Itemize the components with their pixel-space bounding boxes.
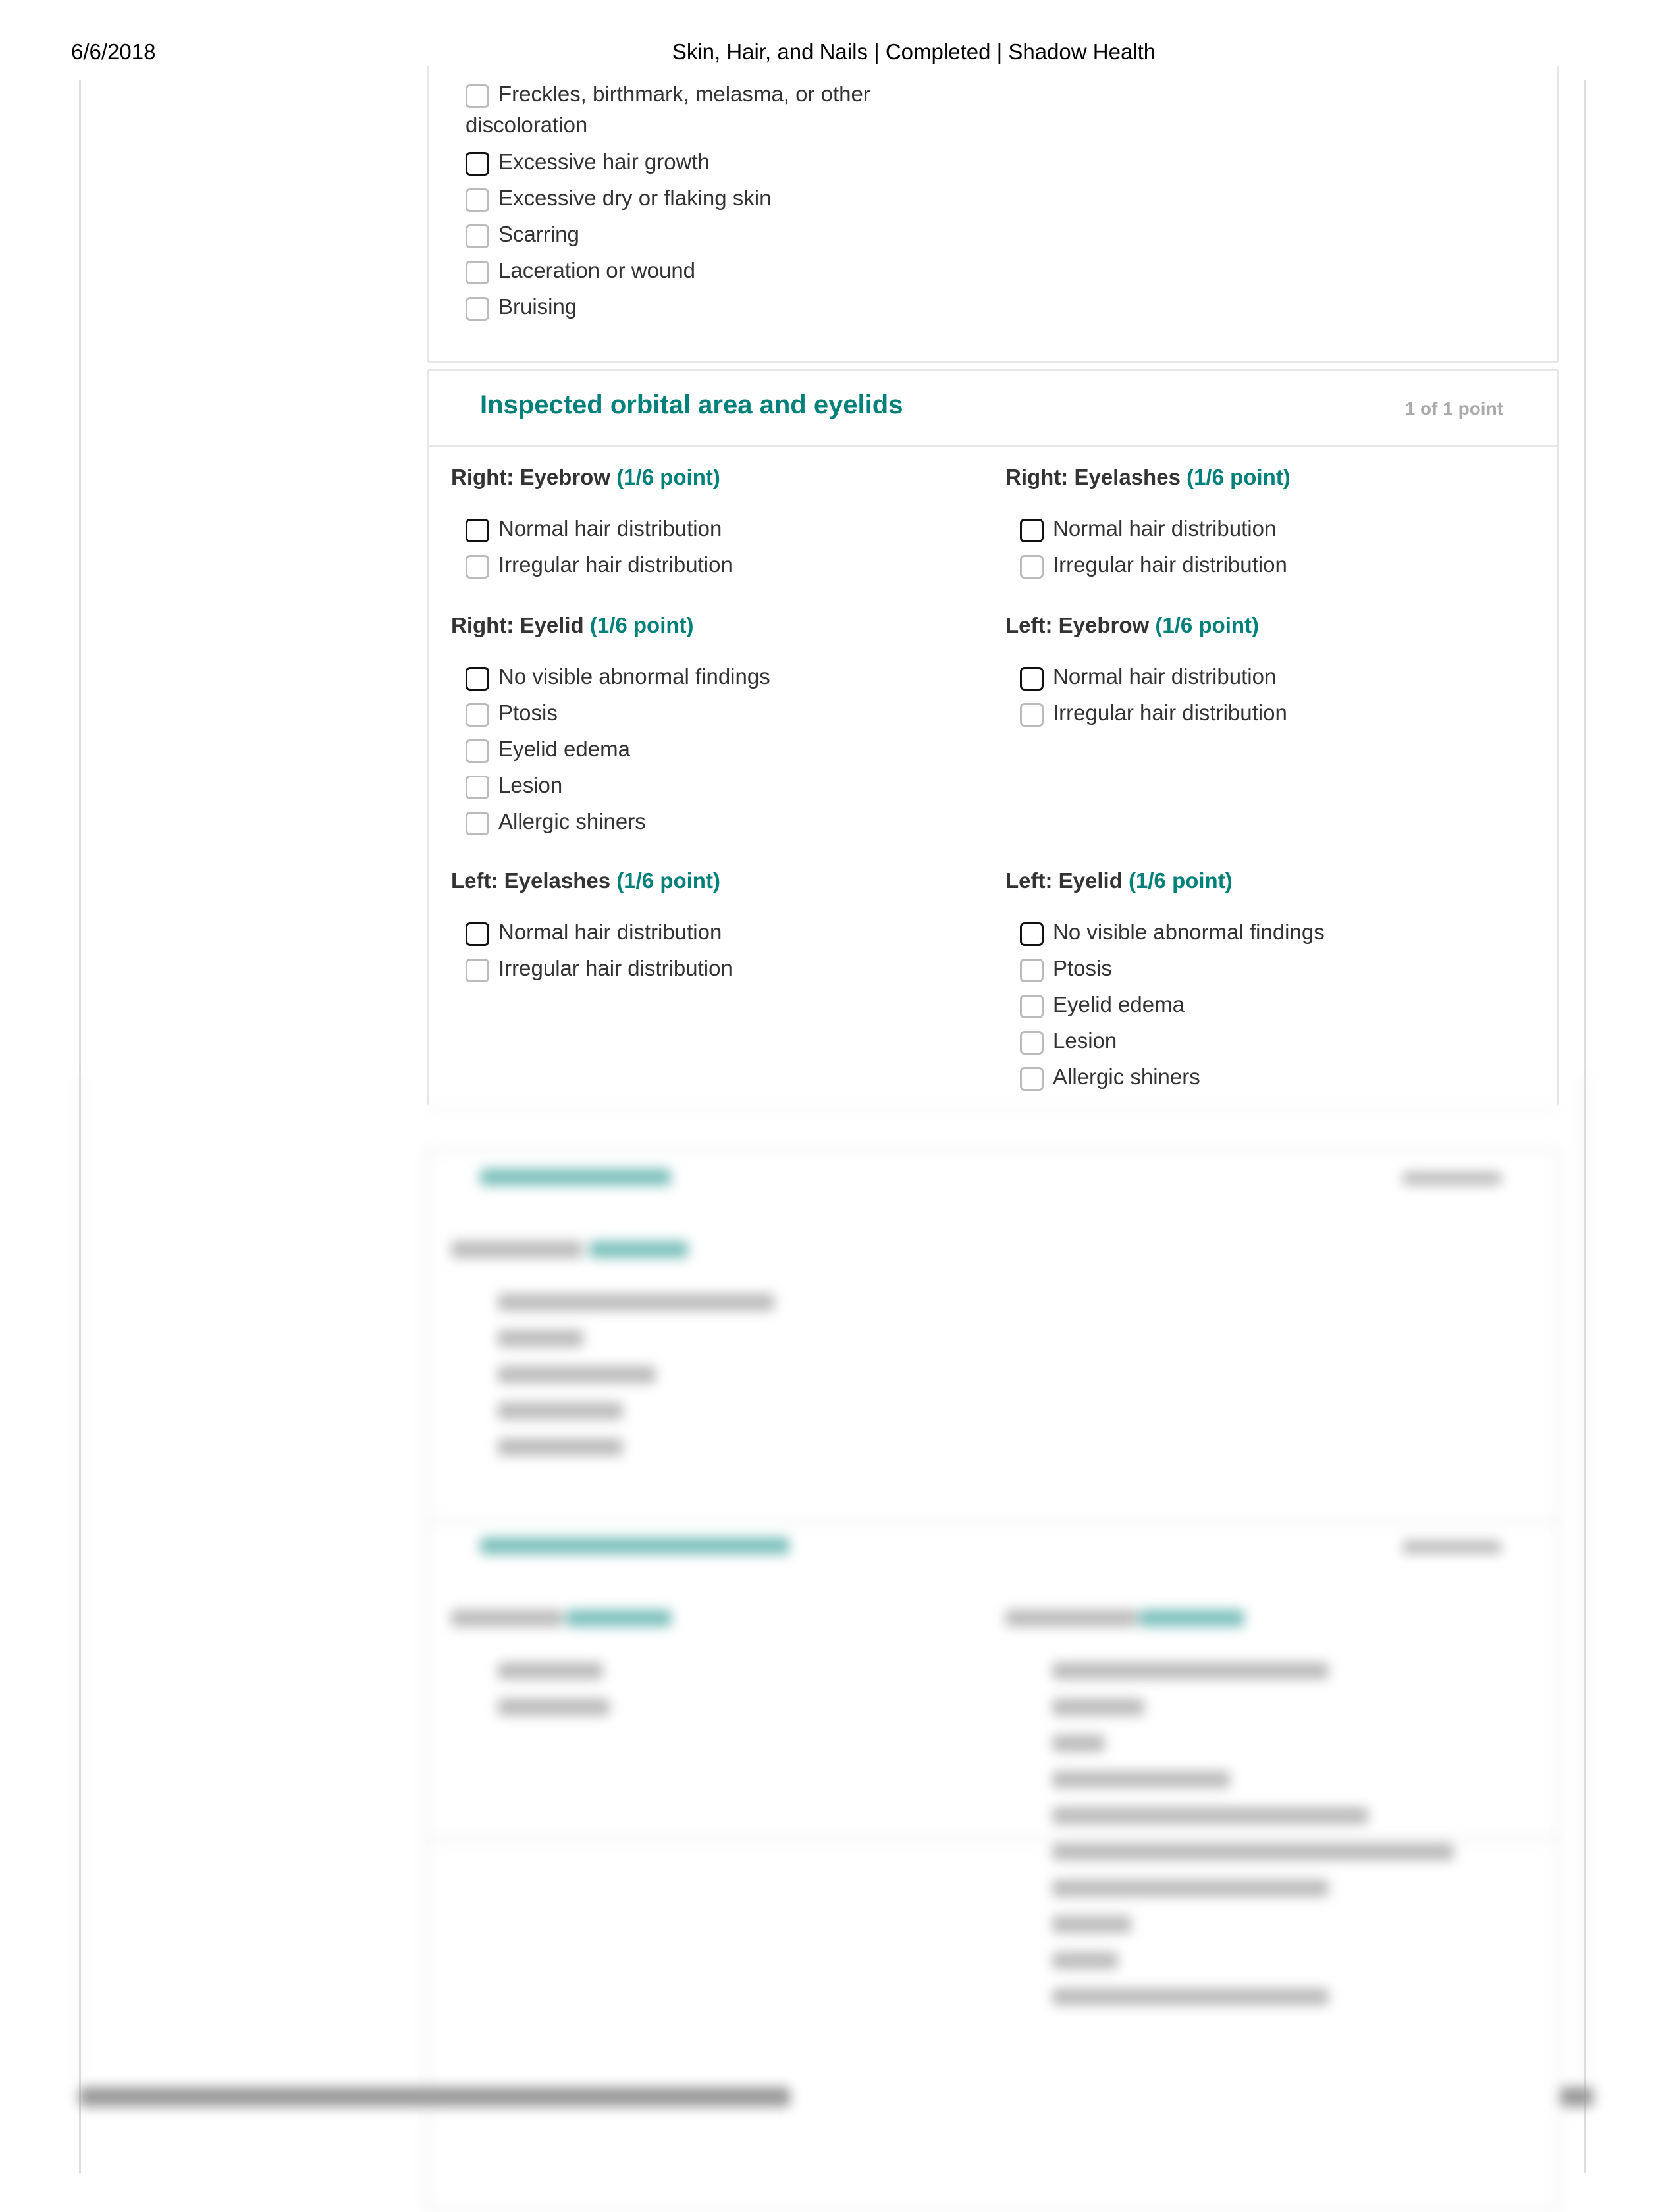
checkbox[interactable] — [466, 922, 489, 946]
checkbox[interactable] — [1020, 1031, 1044, 1055]
checkbox[interactable] — [466, 261, 489, 284]
finding-group-heading: Left: Eyelashes (1/6 point) — [451, 868, 720, 893]
heading-points: (1/6 point) — [1186, 465, 1291, 489]
checkbox-label: Laceration or wound — [498, 258, 696, 282]
checkbox[interactable] — [1020, 703, 1044, 727]
finding-group-heading: Right: Eyelashes (1/6 point) — [1005, 465, 1291, 490]
checkbox[interactable] — [466, 959, 489, 982]
checkbox-label: Normal hair distribution — [1053, 664, 1277, 689]
checkbox-label: Bruising — [498, 294, 577, 319]
checkbox-label: Irregular hair distribution — [1053, 552, 1287, 577]
checkbox[interactable] — [466, 188, 489, 212]
card-title: Inspected orbital area and eyelids — [480, 390, 903, 419]
blurred-content — [0, 1076, 1679, 2212]
checkbox-label: Scarring — [498, 222, 579, 246]
checkbox-label: Allergic shiners — [498, 809, 646, 833]
checkbox-label: Normal hair distribution — [1053, 516, 1277, 540]
checkbox-label-continued: discoloration — [466, 113, 588, 137]
finding-group-heading: Right: Eyelid (1/6 point) — [451, 613, 694, 638]
heading-text: Left: Eyelid — [1005, 868, 1123, 893]
checkbox[interactable] — [1020, 922, 1044, 946]
checkbox[interactable] — [466, 519, 489, 542]
heading-points: (1/6 point) — [616, 868, 720, 893]
heading-text: Left: Eyelashes — [451, 868, 611, 893]
checkbox-label: Excessive hair growth — [498, 149, 710, 174]
checkbox[interactable] — [466, 667, 489, 691]
checkbox[interactable] — [466, 739, 489, 763]
checkbox[interactable] — [1020, 959, 1044, 982]
finding-group-heading: Left: Eyelid (1/6 point) — [1005, 868, 1233, 893]
checkbox-label: Ptosis — [1053, 956, 1112, 980]
checkbox-label: Normal hair distribution — [498, 516, 722, 540]
heading-text: Left: Eyebrow — [1005, 613, 1150, 637]
checkbox[interactable] — [1020, 555, 1044, 579]
checkbox-label: Irregular hair distribution — [498, 956, 733, 980]
checkbox[interactable] — [466, 812, 489, 835]
heading-points: (1/6 point) — [616, 465, 720, 489]
checkbox-label: Lesion — [498, 773, 563, 797]
checkbox-label: No visible abnormal findings — [498, 664, 770, 689]
checkbox[interactable] — [1020, 667, 1044, 691]
heading-points: (1/6 point) — [1155, 613, 1260, 637]
heading-points: (1/6 point) — [1129, 868, 1233, 893]
heading-points: (1/6 point) — [589, 613, 694, 637]
checkbox-label: Eyelid edema — [498, 737, 630, 761]
checkbox[interactable] — [1020, 519, 1044, 542]
card-header-divider — [429, 445, 1557, 447]
checkbox[interactable] — [466, 152, 489, 176]
checkbox[interactable] — [466, 776, 489, 799]
checkbox-label: Eyelid edema — [1053, 992, 1185, 1016]
checkbox-label: Irregular hair distribution — [498, 552, 733, 577]
heading-text: Right: Eyelid — [451, 613, 584, 637]
checkbox-label: Ptosis — [498, 700, 558, 725]
finding-group-heading: Right: Eyebrow (1/6 point) — [451, 465, 720, 490]
orbital-area-card: Inspected orbital area and eyelids 1 of … — [427, 369, 1559, 1106]
finding-group-heading: Left: Eyebrow (1/6 point) — [1005, 613, 1259, 638]
checkbox-label: No visible abnormal findings — [1053, 920, 1325, 944]
checkbox-label: Freckles, birthmark, melasma, or other — [498, 82, 870, 106]
checkbox[interactable] — [466, 555, 489, 579]
checkbox-label: Lesion — [1053, 1028, 1117, 1053]
checkbox-label: Excessive dry or flaking skin — [498, 186, 772, 210]
checkbox[interactable] — [466, 224, 489, 248]
checkbox[interactable] — [1020, 995, 1044, 1018]
checkbox-label: Normal hair distribution — [498, 920, 722, 944]
checkbox[interactable] — [466, 84, 489, 108]
heading-text: Right: Eyebrow — [451, 465, 611, 489]
page-title: Skin, Hair, and Nails | Completed | Shad… — [672, 40, 1156, 64]
previous-findings-card: Freckles, birthmark, melasma, or other di… — [427, 66, 1559, 363]
checkbox-label: Irregular hair distribution — [1053, 700, 1287, 725]
checkbox[interactable] — [466, 297, 489, 321]
card-points: 1 of 1 point — [1404, 398, 1503, 419]
checkbox[interactable] — [466, 703, 489, 727]
heading-text: Right: Eyelashes — [1005, 465, 1181, 489]
